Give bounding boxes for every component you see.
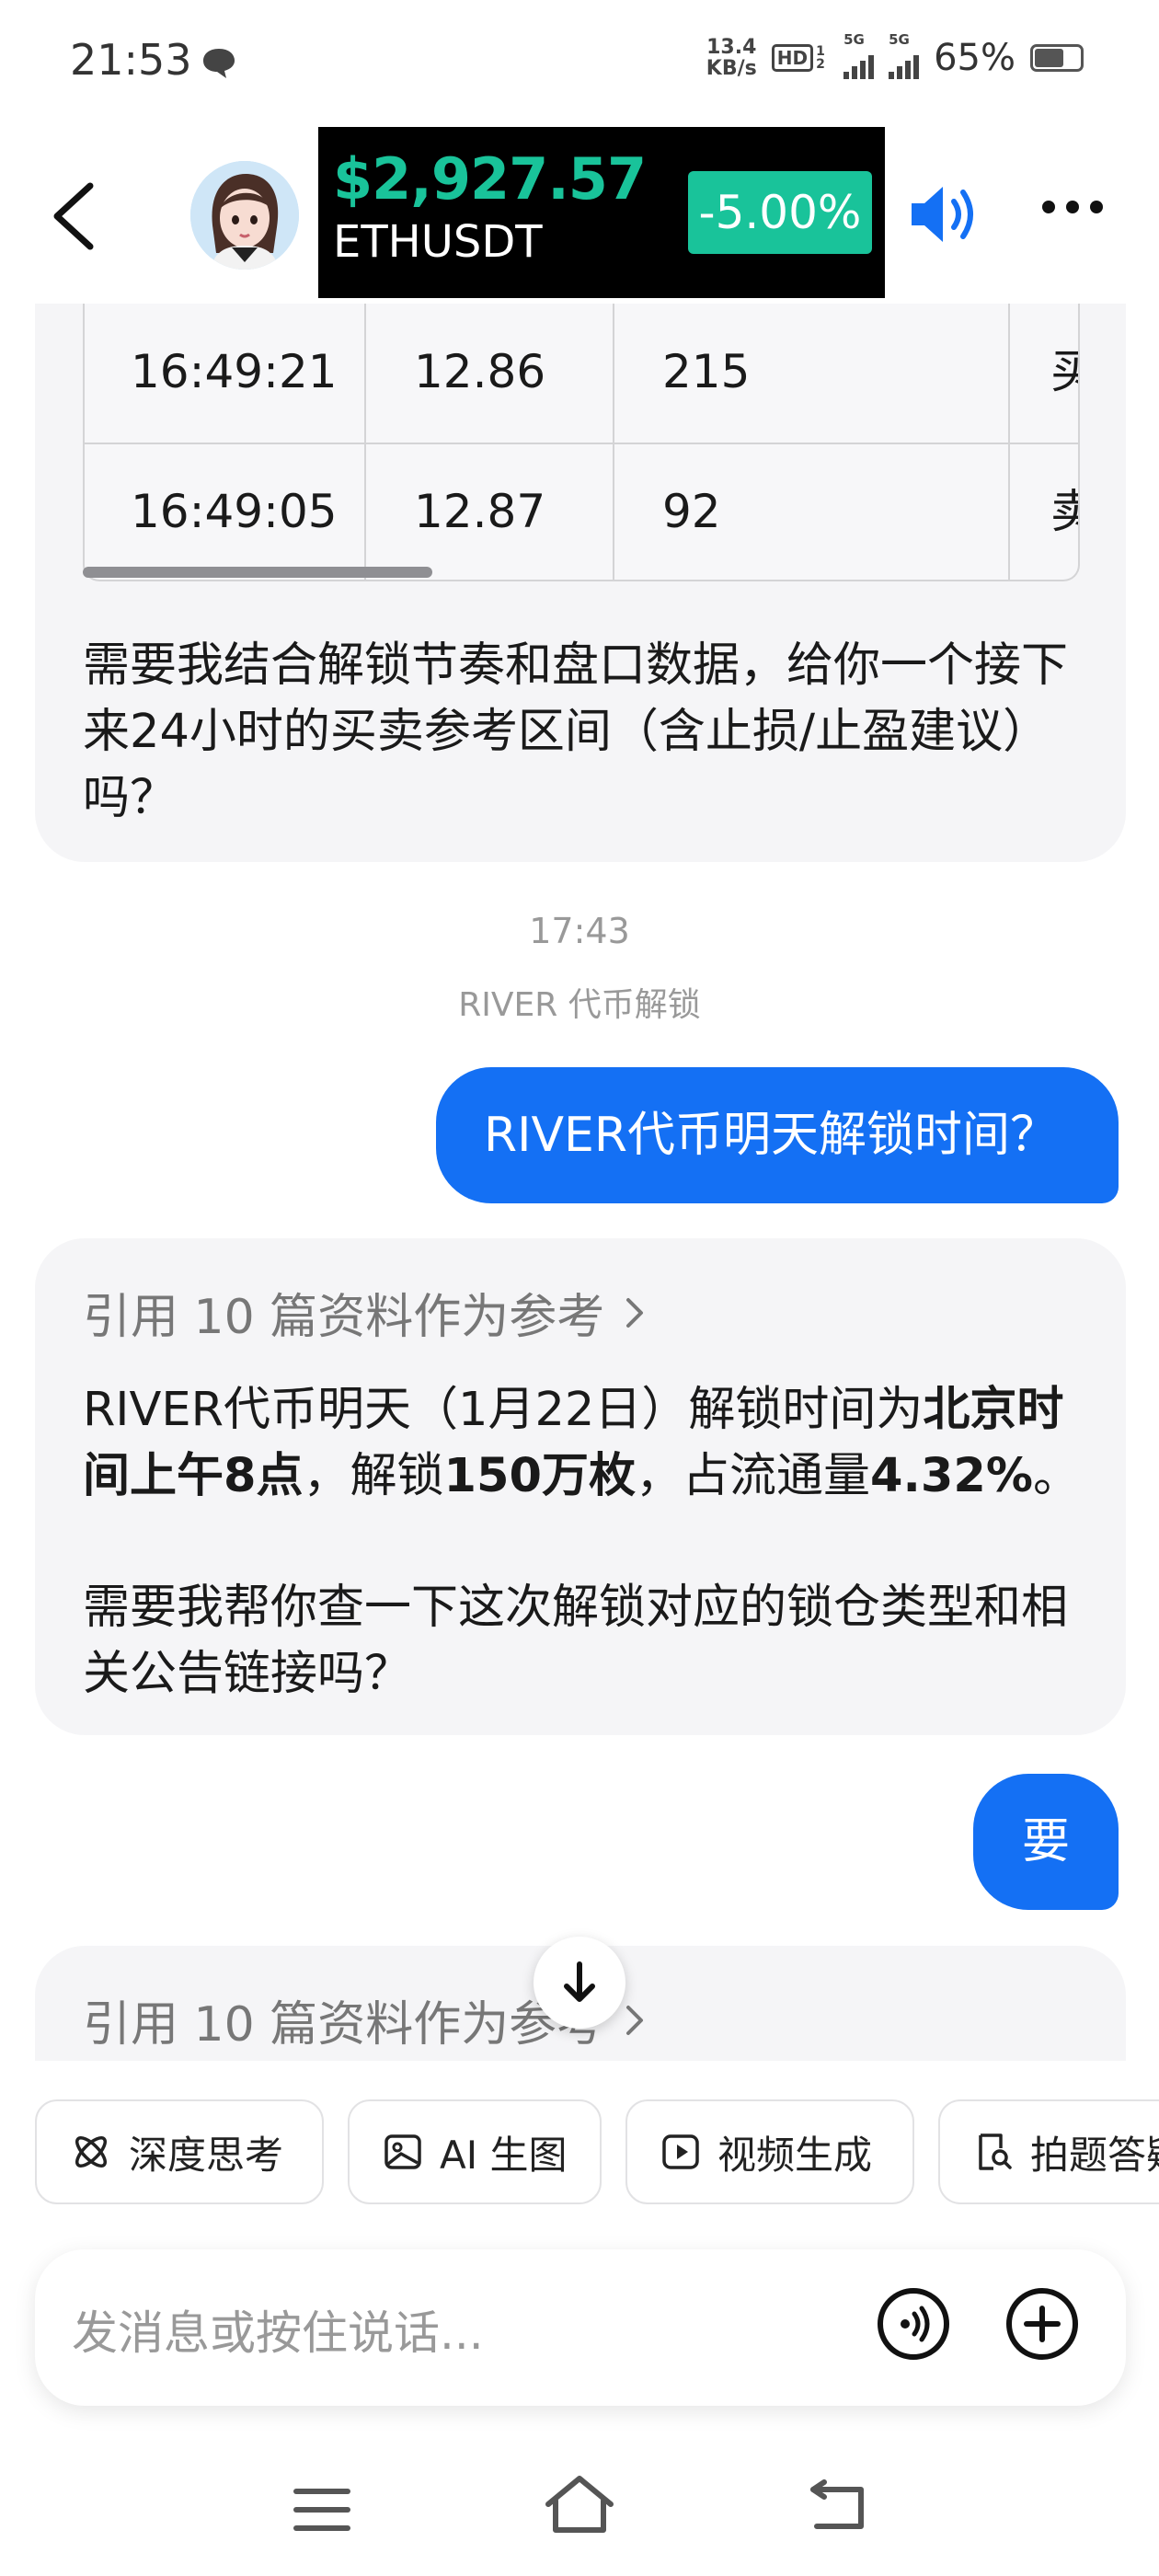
answer-highlight-percent: 4.32% <box>870 1449 1033 1503</box>
image-icon <box>384 2134 421 2169</box>
speaker-icon[interactable] <box>906 179 980 249</box>
table-row: 16:49:21 12.86 215 买 <box>85 304 1078 440</box>
hd-sub: 1 2 <box>816 44 825 72</box>
nav-back-icon[interactable] <box>808 2477 868 2532</box>
chip-label: 深度思考 <box>129 2132 284 2178</box>
back-arrow-icon[interactable] <box>37 175 110 258</box>
video-icon <box>662 2134 699 2169</box>
atom-icon <box>75 2136 107 2168</box>
search-doc-icon <box>979 2133 1012 2170</box>
table-cell-price: 12.87 <box>414 485 546 538</box>
ticker-pair: ETHUSDT <box>333 216 543 268</box>
chevron-right-icon <box>626 2005 644 2035</box>
reference-sources-link[interactable]: 引用 10 篇资料作为参考 <box>83 1278 645 1347</box>
battery-percent: 65% <box>934 37 1016 79</box>
signal-1-icon: 5G <box>843 31 875 79</box>
answer-text: RIVER代币明天（1月22日）解锁时间为 <box>83 1383 924 1437</box>
table-cell-side: 卖 <box>1008 443 1078 580</box>
answer-text: ，解锁 <box>303 1449 444 1503</box>
table-cell-time: 16:49:05 <box>131 485 338 538</box>
assistant-followup-question: 需要我帮你查一下这次解锁对应的锁仓类型和相关公告链接吗？ <box>83 1581 1069 1701</box>
trade-table[interactable]: 16:49:21 12.86 215 买 16:49:05 12.87 92 卖 <box>83 304 1080 581</box>
table-horizontal-scrollbar[interactable] <box>83 567 432 578</box>
chip-label: AI 生图 <box>440 2132 568 2178</box>
deep-thinking-button[interactable]: 深度思考 <box>35 2099 324 2204</box>
home-icon[interactable] <box>543 2473 616 2537</box>
conversation-topic: RIVER 代币解锁 <box>458 986 701 1024</box>
hd-badge: HD <box>771 44 814 72</box>
hd-indicator: HD 1 2 <box>771 44 829 72</box>
reference-label: 引用 10 篇资料作为参考 <box>83 1290 605 1345</box>
menu-icon[interactable] <box>293 2484 351 2536</box>
message-input[interactable]: 发消息或按住说话... <box>72 2296 484 2363</box>
reference-label: 引用 10 篇资料作为参考 <box>83 1997 605 2053</box>
signal-2-icon: 5G <box>889 31 920 79</box>
ai-image-button[interactable]: AI 生图 <box>348 2099 602 2204</box>
chip-label: 拍题答疑 <box>1030 2132 1159 2178</box>
avatar[interactable] <box>190 161 299 270</box>
chevron-right-icon <box>626 1297 644 1328</box>
status-time: 21:53 <box>70 35 192 85</box>
user-message-text: 要 <box>1021 1814 1070 1869</box>
status-indicators: 13.4 KB/s HD 1 2 5G 5G 65% <box>706 31 1084 79</box>
chip-label: 视频生成 <box>717 2132 873 2178</box>
assistant-answer: RIVER代币明天（1月22日）解锁时间为北京时间上午8点，解锁150万枚，占流… <box>83 1377 1085 1510</box>
answer-text: ，占流通量 <box>635 1449 870 1503</box>
table-row: 16:49:05 12.87 92 卖 <box>85 443 1078 580</box>
table-cell-price: 12.86 <box>414 345 546 398</box>
photo-question-button[interactable]: 拍题答疑 <box>938 2099 1159 2204</box>
ticker-change-badge: -5.00% <box>688 171 872 254</box>
table-cell-qty: 92 <box>662 485 721 538</box>
status-bar: 21:53 13.4 KB/s HD 1 2 5G 5G 65% <box>0 0 1159 120</box>
table-cell-qty: 215 <box>662 345 751 398</box>
more-options-icon[interactable] <box>1039 198 1106 216</box>
user-message-bubble[interactable]: RIVER代币明天解锁时间？ <box>436 1067 1119 1203</box>
answer-text: 。 <box>1032 1449 1080 1503</box>
message-bubble-icon <box>203 49 235 78</box>
table-cell-time: 16:49:21 <box>131 345 338 398</box>
scroll-to-bottom-button[interactable] <box>534 1937 625 2029</box>
assistant-followup-question: 需要我结合解锁节奏和盘口数据，给你一个接下来24小时的买卖参考区间（含止损/止盈… <box>83 638 1069 825</box>
video-generation-button[interactable]: 视频生成 <box>625 2099 914 2204</box>
avatar-illustration <box>190 161 299 270</box>
signal-2-label: 5G <box>889 31 910 48</box>
arrow-down-icon <box>564 1961 595 2002</box>
user-message-text: RIVER代币明天解锁时间？ <box>484 1108 1059 1163</box>
answer-highlight-amount: 150万枚 <box>443 1449 636 1503</box>
net-speed-unit: KB/s <box>706 57 757 80</box>
signal-1-label: 5G <box>843 31 865 48</box>
message-timestamp: 17:43 <box>529 911 630 951</box>
battery-icon <box>1030 44 1084 72</box>
user-message-bubble[interactable]: 要 <box>973 1774 1119 1910</box>
net-speed: 13.4 KB/s <box>706 37 757 79</box>
plus-icon[interactable] <box>1004 2286 1080 2362</box>
voice-input-icon[interactable] <box>876 2286 951 2362</box>
net-speed-value: 13.4 <box>706 36 757 59</box>
table-cell-side: 买 <box>1008 304 1078 440</box>
ticker-price: $2,927.57 <box>333 145 647 213</box>
